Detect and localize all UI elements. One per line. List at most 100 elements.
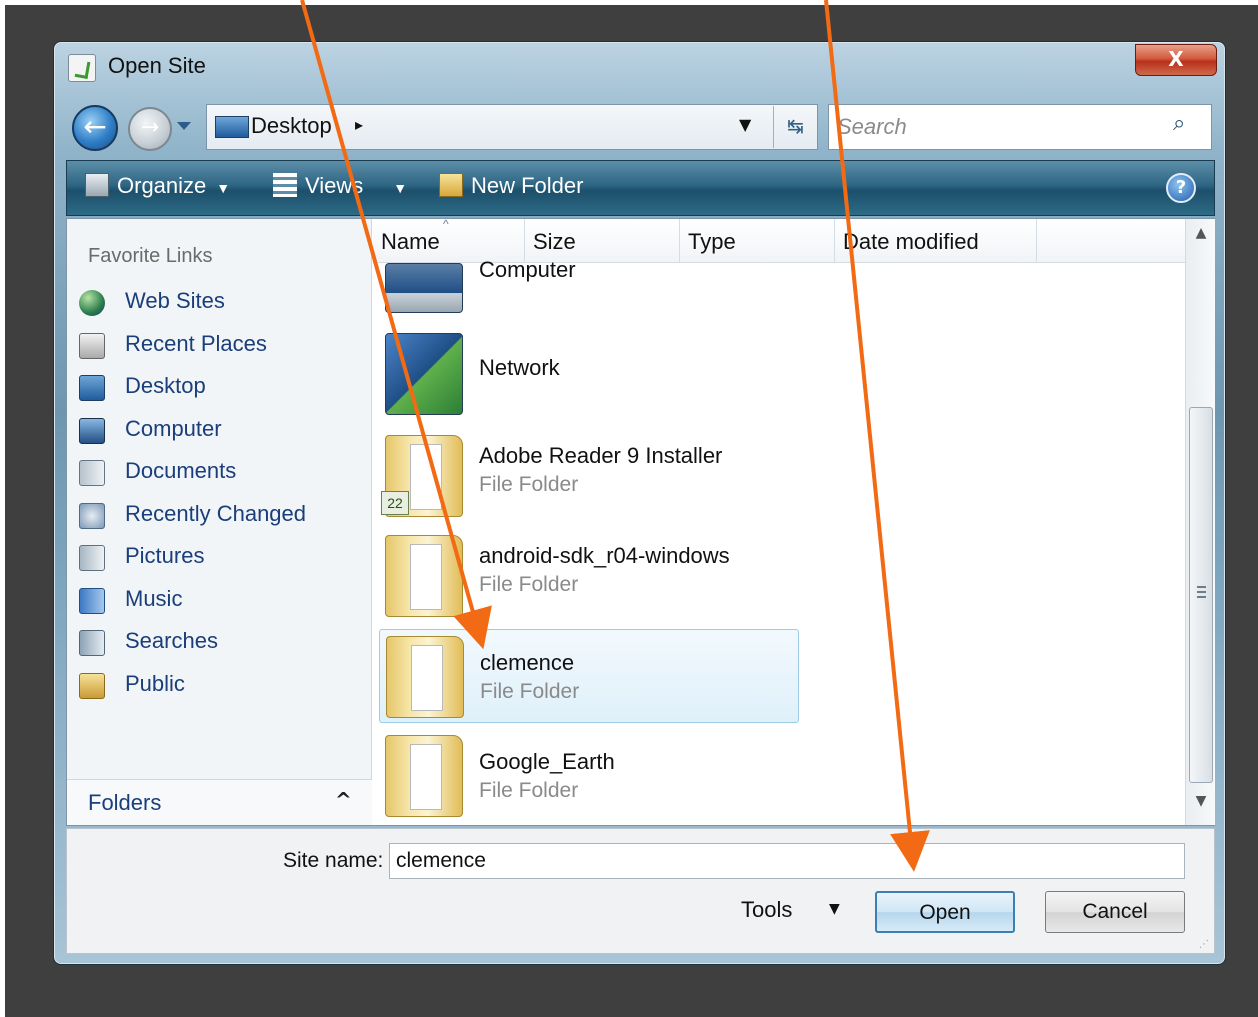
file-name: Adobe Reader 9 Installer <box>479 443 723 468</box>
sidebar-item-searches[interactable]: Searches <box>79 626 369 662</box>
bottom-panel: Site name: Tools ▼ Open Cancel ⋰ <box>66 828 1215 954</box>
sidebar-item-label: Computer <box>125 416 222 441</box>
cancel-button[interactable]: Cancel <box>1045 891 1185 933</box>
scroll-thumb[interactable] <box>1189 407 1213 783</box>
refresh-button[interactable]: ↹ <box>773 106 817 148</box>
sidebar-item-music[interactable]: Music <box>79 584 369 620</box>
folder-icon <box>385 535 463 617</box>
sidebar-item-label: Music <box>125 586 183 611</box>
forward-button[interactable]: → <box>128 107 172 151</box>
globe-icon <box>79 290 105 316</box>
site-name-input[interactable] <box>389 843 1185 879</box>
sidebar-item-label: Recently Changed <box>125 501 307 526</box>
organize-label: Organize <box>117 173 207 198</box>
resize-grip-icon[interactable]: ⋰ <box>1199 939 1209 950</box>
tools-button[interactable]: Tools <box>741 897 792 923</box>
sidebar-item-recently-changed[interactable]: Recently Changed <box>79 499 369 535</box>
file-type: File Folder <box>479 779 579 802</box>
favorite-links-header: Favorite Links <box>88 245 213 267</box>
history-dropdown-icon[interactable] <box>177 122 191 130</box>
navigation-pane: Favorite Links Web Sites Recent Places D… <box>67 219 372 825</box>
views-icon <box>273 173 297 197</box>
desktop-icon <box>79 375 105 401</box>
organize-button[interactable]: Organize ▼ <box>85 173 230 199</box>
search-input[interactable] <box>835 111 1155 143</box>
address-dropdown-icon[interactable]: ▼ <box>739 115 751 134</box>
file-list-pane: Name ^ Size Type Date modified Computer … <box>373 219 1185 825</box>
folder-icon <box>386 636 464 718</box>
documents-icon <box>79 460 105 486</box>
file-type: File Folder <box>479 573 579 596</box>
recent-places-icon <box>79 333 105 359</box>
sort-arrow-icon: ^ <box>443 219 449 231</box>
help-button[interactable]: ? <box>1166 173 1196 203</box>
file-name: Network <box>479 355 560 380</box>
address-text[interactable]: Desktop <box>251 113 332 139</box>
recently-changed-icon <box>79 503 105 529</box>
organize-icon <box>85 173 109 197</box>
list-item-android-sdk[interactable]: android-sdk_r04-windows File Folder <box>379 529 799 623</box>
sidebar-item-recent-places[interactable]: Recent Places <box>79 329 369 365</box>
shared-badge-icon: 22 <box>381 491 409 515</box>
folders-label: Folders <box>88 790 162 815</box>
list-item-adobe-reader-installer[interactable]: 22 Adobe Reader 9 Installer File Folder <box>379 429 799 523</box>
command-toolbar: Organize ▼ Views ▼ New Folder ? <box>66 160 1215 216</box>
file-type: File Folder <box>480 680 580 703</box>
content-area: Favorite Links Web Sites Recent Places D… <box>66 218 1215 826</box>
sidebar-item-label: Pictures <box>125 543 205 568</box>
network-icon <box>385 333 463 415</box>
list-item-clemence[interactable]: clemence File Folder <box>379 629 799 723</box>
sidebar-item-pictures[interactable]: Pictures <box>79 541 369 577</box>
list-item-computer[interactable]: Computer <box>379 249 799 319</box>
sidebar-item-label: Public <box>125 671 185 696</box>
list-item-network[interactable]: Network <box>379 327 799 421</box>
vertical-scrollbar[interactable]: ▲ ▼ <box>1185 219 1215 825</box>
search-box[interactable]: ⌕ <box>828 104 1212 150</box>
file-name: android-sdk_r04-windows <box>479 543 730 568</box>
file-name: Google_Earth <box>479 749 615 774</box>
close-button[interactable]: X <box>1135 44 1217 76</box>
sidebar-item-label: Searches <box>125 628 218 653</box>
views-label: Views <box>305 173 364 198</box>
column-header-date-modified[interactable]: Date modified <box>835 219 1037 263</box>
sidebar-item-label: Web Sites <box>125 288 225 313</box>
sidebar-item-label: Recent Places <box>125 331 267 356</box>
searches-icon <box>79 630 105 656</box>
music-icon <box>79 588 105 614</box>
computer-icon <box>79 418 105 444</box>
back-button[interactable]: ← <box>72 105 118 151</box>
open-button[interactable]: Open <box>875 891 1015 933</box>
file-name: clemence <box>480 650 575 675</box>
grip-icon <box>1197 586 1206 598</box>
file-name: Computer <box>479 257 576 282</box>
site-name-label: Site name: <box>283 849 384 872</box>
address-bar[interactable]: Desktop ▸ ▼ ↹ <box>206 104 818 150</box>
search-icon[interactable]: ⌕ <box>1173 111 1185 136</box>
sidebar-item-computer[interactable]: Computer <box>79 414 369 450</box>
sidebar-item-documents[interactable]: Documents <box>79 456 369 492</box>
sidebar-item-public[interactable]: Public <box>79 669 369 705</box>
list-item-google-earth[interactable]: Google_Earth File Folder <box>379 729 799 823</box>
window-title: Open Site <box>108 53 206 78</box>
folders-toggle[interactable]: Folders ^ <box>67 779 372 825</box>
sidebar-item-label: Documents <box>125 458 237 483</box>
organize-caret-icon: ▼ <box>216 180 231 196</box>
views-caret-icon: ▼ <box>393 180 408 196</box>
new-folder-button[interactable]: New Folder <box>439 173 583 199</box>
scroll-down-icon[interactable]: ▼ <box>1186 793 1216 819</box>
new-folder-label: New Folder <box>471 173 584 198</box>
computer-icon <box>385 263 463 313</box>
views-button[interactable]: Views ▼ <box>273 173 407 199</box>
sidebar-item-desktop[interactable]: Desktop <box>79 371 369 407</box>
folder-icon <box>385 735 463 817</box>
tools-caret-icon[interactable]: ▼ <box>829 901 840 917</box>
breadcrumb-chevron-icon[interactable]: ▸ <box>355 115 363 134</box>
public-folder-icon <box>79 673 105 699</box>
scroll-up-icon[interactable]: ▲ <box>1186 225 1216 251</box>
chevron-up-icon[interactable]: ^ <box>335 788 352 812</box>
new-folder-icon <box>439 173 463 197</box>
desktop-icon <box>215 116 249 138</box>
title-bar: Open Site X <box>54 42 1225 96</box>
navigation-row: ← → Desktop ▸ ▼ ↹ ⌕ <box>54 96 1225 152</box>
sidebar-item-web-sites[interactable]: Web Sites <box>79 286 369 322</box>
